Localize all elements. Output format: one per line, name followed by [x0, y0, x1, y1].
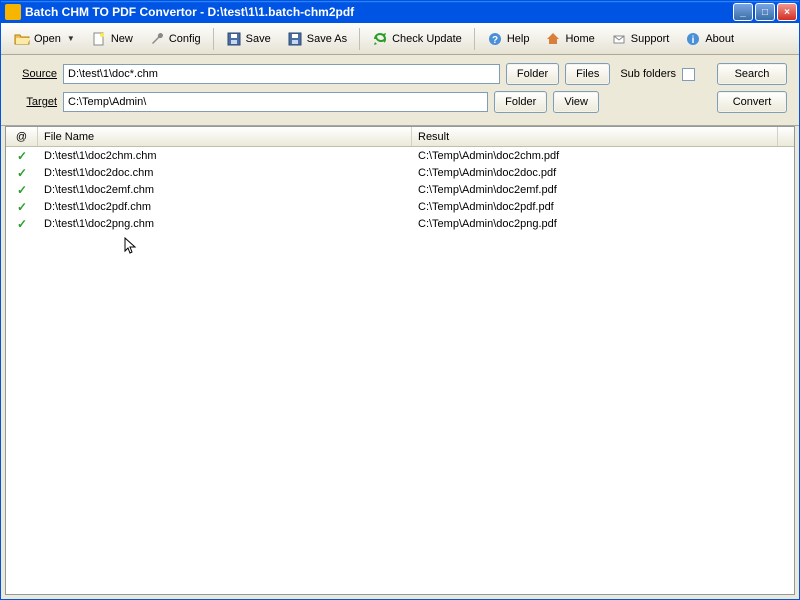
- support-icon: [611, 31, 627, 47]
- chevron-down-icon: ▼: [67, 34, 75, 43]
- row-result: C:\Temp\Admin\doc2chm.pdf: [412, 147, 794, 164]
- help-button[interactable]: ? Help: [480, 27, 537, 51]
- open-folder-icon: [14, 31, 30, 47]
- subfolders-label: Sub folders: [620, 68, 676, 80]
- toolbar-separator: [359, 28, 360, 50]
- row-file: D:\test\1\doc2pdf.chm: [38, 198, 412, 215]
- check-icon: ✓: [17, 166, 27, 180]
- svg-text:?: ?: [492, 35, 498, 46]
- target-folder-button[interactable]: Folder: [494, 91, 547, 113]
- app-window: Batch CHM TO PDF Convertor - D:\test\1\1…: [0, 0, 800, 600]
- titlebar[interactable]: Batch CHM TO PDF Convertor - D:\test\1\1…: [1, 1, 799, 23]
- list-header: @ File Name Result: [6, 127, 794, 147]
- svg-text:i: i: [692, 35, 695, 46]
- source-folder-button[interactable]: Folder: [506, 63, 559, 85]
- row-file: D:\test\1\doc2emf.chm: [38, 181, 412, 198]
- row-file: D:\test\1\doc2doc.chm: [38, 164, 412, 181]
- table-row[interactable]: ✓ D:\test\1\doc2doc.chm C:\Temp\Admin\do…: [6, 164, 794, 181]
- toolbar: Open ▼ New Config Save Save As Check Upd…: [1, 23, 799, 55]
- refresh-icon: [372, 31, 388, 47]
- open-label: Open: [34, 33, 61, 45]
- save-button[interactable]: Save: [219, 27, 278, 51]
- list-container: @ File Name Result ✓ D:\test\1\doc2chm.c…: [5, 126, 795, 595]
- wrench-icon: [149, 31, 165, 47]
- table-row[interactable]: ✓ D:\test\1\doc2emf.chm C:\Temp\Admin\do…: [6, 181, 794, 198]
- target-view-button[interactable]: View: [553, 91, 599, 113]
- about-button[interactable]: i About: [678, 27, 741, 51]
- home-button[interactable]: Home: [538, 27, 601, 51]
- search-button[interactable]: Search: [717, 63, 787, 85]
- target-input[interactable]: [63, 92, 488, 112]
- new-button[interactable]: New: [84, 27, 140, 51]
- table-row[interactable]: ✓ D:\test\1\doc2png.chm C:\Temp\Admin\do…: [6, 215, 794, 232]
- source-files-button[interactable]: Files: [565, 63, 610, 85]
- save-label: Save: [246, 33, 271, 45]
- source-input[interactable]: [63, 64, 500, 84]
- config-label: Config: [169, 33, 201, 45]
- row-result: C:\Temp\Admin\doc2png.pdf: [412, 215, 794, 232]
- saveas-button[interactable]: Save As: [280, 27, 354, 51]
- row-result: C:\Temp\Admin\doc2emf.pdf: [412, 181, 794, 198]
- col-result-header[interactable]: Result: [412, 127, 778, 146]
- maximize-button[interactable]: □: [755, 3, 775, 21]
- new-file-icon: [91, 31, 107, 47]
- table-row[interactable]: ✓ D:\test\1\doc2chm.chm C:\Temp\Admin\do…: [6, 147, 794, 164]
- target-row: Target Folder View Convert: [13, 91, 787, 113]
- close-button[interactable]: ×: [777, 3, 797, 21]
- open-button[interactable]: Open ▼: [7, 27, 82, 51]
- help-label: Help: [507, 33, 530, 45]
- saveas-label: Save As: [307, 33, 347, 45]
- col-status-header[interactable]: @: [6, 127, 38, 146]
- about-label: About: [705, 33, 734, 45]
- window-buttons: _ □ ×: [733, 3, 797, 21]
- support-button[interactable]: Support: [604, 27, 677, 51]
- floppy-icon: [226, 31, 242, 47]
- app-icon: [5, 4, 21, 20]
- source-row: Source Folder Files Sub folders Search: [13, 63, 787, 85]
- home-label: Home: [565, 33, 594, 45]
- toolbar-separator: [213, 28, 214, 50]
- form-area: Source Folder Files Sub folders Search T…: [1, 55, 799, 126]
- check-icon: ✓: [17, 149, 27, 163]
- minimize-button[interactable]: _: [733, 3, 753, 21]
- row-file: D:\test\1\doc2chm.chm: [38, 147, 412, 164]
- new-label: New: [111, 33, 133, 45]
- table-row[interactable]: ✓ D:\test\1\doc2pdf.chm C:\Temp\Admin\do…: [6, 198, 794, 215]
- checkupdate-button[interactable]: Check Update: [365, 27, 469, 51]
- window-title: Batch CHM TO PDF Convertor - D:\test\1\1…: [25, 5, 733, 19]
- row-result: C:\Temp\Admin\doc2doc.pdf: [412, 164, 794, 181]
- cursor-icon: [124, 237, 140, 260]
- support-label: Support: [631, 33, 670, 45]
- checkupdate-label: Check Update: [392, 33, 462, 45]
- config-button[interactable]: Config: [142, 27, 208, 51]
- check-icon: ✓: [17, 200, 27, 214]
- target-label: Target: [13, 96, 57, 108]
- info-icon: i: [685, 31, 701, 47]
- subfolders-checkbox[interactable]: [682, 68, 695, 81]
- check-icon: ✓: [17, 183, 27, 197]
- floppy-icon: [287, 31, 303, 47]
- col-file-header[interactable]: File Name: [38, 127, 412, 146]
- check-icon: ✓: [17, 217, 27, 231]
- convert-button[interactable]: Convert: [717, 91, 787, 113]
- source-label: Source: [13, 68, 57, 80]
- row-file: D:\test\1\doc2png.chm: [38, 215, 412, 232]
- list-body[interactable]: ✓ D:\test\1\doc2chm.chm C:\Temp\Admin\do…: [6, 147, 794, 594]
- toolbar-separator: [474, 28, 475, 50]
- row-result: C:\Temp\Admin\doc2pdf.pdf: [412, 198, 794, 215]
- home-icon: [545, 31, 561, 47]
- help-icon: ?: [487, 31, 503, 47]
